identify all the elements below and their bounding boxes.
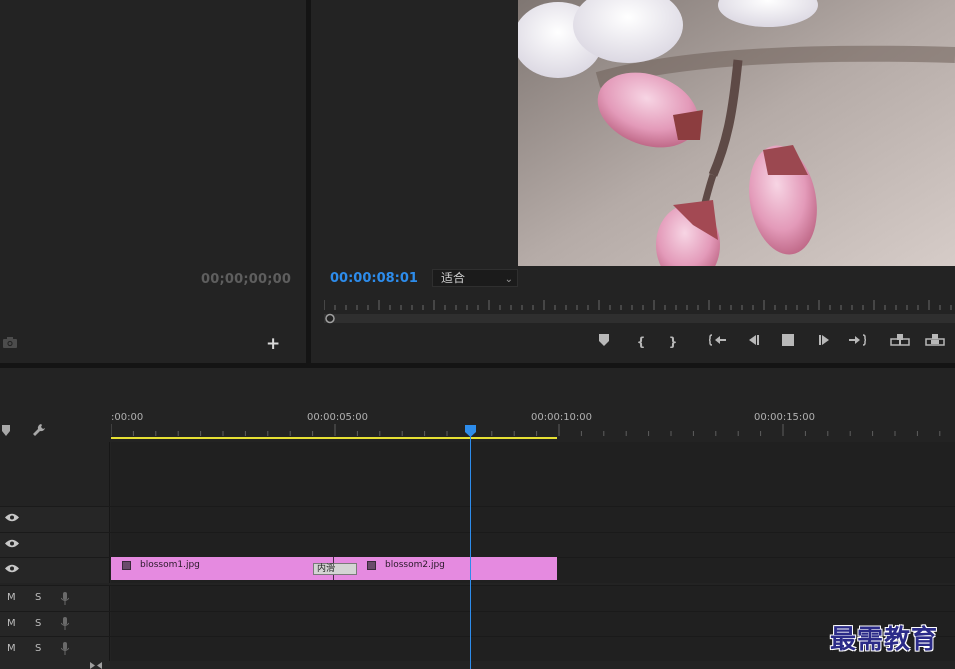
- ruler-label-15s: 00:00:15:00: [754, 412, 816, 423]
- timeline-ruler[interactable]: [111, 424, 955, 442]
- stop-button[interactable]: [778, 333, 798, 351]
- video-track-2: [0, 532, 955, 557]
- audio-track-3: M S: [0, 636, 955, 661]
- add-marker-icon[interactable]: [2, 425, 10, 436]
- mark-in-icon: {: [636, 335, 646, 349]
- fx-icon: [122, 561, 131, 570]
- audio-track-3-body[interactable]: [111, 637, 955, 661]
- step-back-icon: [749, 335, 759, 345]
- program-playhead-handle: [325, 313, 335, 324]
- go-to-in-button[interactable]: [707, 333, 728, 351]
- video-track-3-body[interactable]: [111, 507, 955, 532]
- mark-out-button[interactable]: }: [663, 333, 683, 351]
- clip-blossom2[interactable]: blossom2.jpg: [334, 557, 557, 580]
- audio-track-2: M S: [0, 611, 955, 636]
- video-track-2-body[interactable]: [111, 533, 955, 557]
- source-monitor-panel: [0, 0, 306, 363]
- audio-track-1-header: M S: [0, 586, 110, 611]
- playhead-line: [470, 434, 471, 669]
- microphone-icon[interactable]: [61, 592, 69, 605]
- step-back-button[interactable]: [744, 333, 764, 351]
- zoom-level-select[interactable]: 适合 ⌄: [432, 269, 518, 287]
- marker-icon: [599, 334, 609, 346]
- wrench-icon[interactable]: [32, 423, 47, 438]
- video-track-3: [0, 506, 955, 532]
- playhead-handle[interactable]: [465, 425, 476, 437]
- eye-icon[interactable]: [5, 513, 19, 522]
- audio-track-3-header: M S: [0, 637, 110, 661]
- watermark-logo: 最需教育: [830, 625, 939, 655]
- solo-button[interactable]: S: [35, 618, 41, 629]
- eye-icon[interactable]: [5, 564, 19, 573]
- video-track-1-header: [0, 558, 110, 583]
- add-marker-button[interactable]: [594, 333, 614, 351]
- ruler-label-10s: 00:00:10:00: [531, 412, 593, 423]
- clip-label: blossom2.jpg: [385, 560, 445, 570]
- mark-out-icon: }: [668, 335, 678, 349]
- stop-icon: [782, 334, 794, 346]
- eye-icon[interactable]: [5, 539, 19, 548]
- clip-blossom1[interactable]: blossom1.jpg: [111, 557, 334, 580]
- go-to-out-icon: [849, 334, 868, 346]
- ruler-label-5s: 00:00:05:00: [307, 412, 369, 423]
- solo-button[interactable]: S: [35, 643, 41, 654]
- solo-button[interactable]: S: [35, 592, 41, 603]
- ruler-label-0: :00:00: [111, 412, 144, 423]
- overwrite-button[interactable]: [924, 333, 946, 351]
- video-track-3-header: [0, 507, 110, 532]
- audio-track-2-header: M S: [0, 612, 110, 636]
- step-forward-icon: [819, 335, 829, 345]
- overwrite-icon: [925, 334, 945, 346]
- clip-label: blossom1.jpg: [140, 560, 200, 570]
- track-resize-icon[interactable]: [90, 662, 102, 669]
- zoom-level-value: 适合: [441, 271, 466, 285]
- mute-button[interactable]: M: [7, 618, 16, 629]
- mute-button[interactable]: M: [7, 643, 16, 654]
- audio-track-1: M S: [0, 585, 955, 611]
- go-to-out-button[interactable]: [847, 333, 868, 351]
- video-track-2-header: [0, 533, 110, 557]
- track-header-spacer: [0, 442, 110, 506]
- camera-icon[interactable]: [3, 337, 17, 348]
- empty-track-area: [111, 442, 955, 506]
- work-area-bar: [111, 437, 557, 439]
- source-timecode[interactable]: 00;00;00;00: [201, 272, 291, 287]
- audio-track-1-body[interactable]: [111, 586, 955, 611]
- fx-icon: [367, 561, 376, 570]
- program-time-ruler[interactable]: [324, 298, 955, 326]
- program-video-frame: [518, 0, 955, 266]
- go-to-in-icon: [707, 334, 726, 346]
- insert-icon: [890, 334, 910, 346]
- mark-in-button[interactable]: {: [631, 333, 651, 351]
- microphone-icon[interactable]: [61, 617, 69, 630]
- insert-button[interactable]: [889, 333, 911, 351]
- microphone-icon[interactable]: [61, 642, 69, 655]
- mute-button[interactable]: M: [7, 592, 16, 603]
- transition-push[interactable]: 内滑: [313, 563, 357, 575]
- audio-track-2-body[interactable]: [111, 612, 955, 636]
- plus-icon[interactable]: +: [266, 334, 280, 354]
- program-timecode[interactable]: 00:00:08:01: [330, 271, 418, 286]
- step-forward-button[interactable]: [814, 333, 834, 351]
- chevron-down-icon: ⌄: [504, 274, 513, 285]
